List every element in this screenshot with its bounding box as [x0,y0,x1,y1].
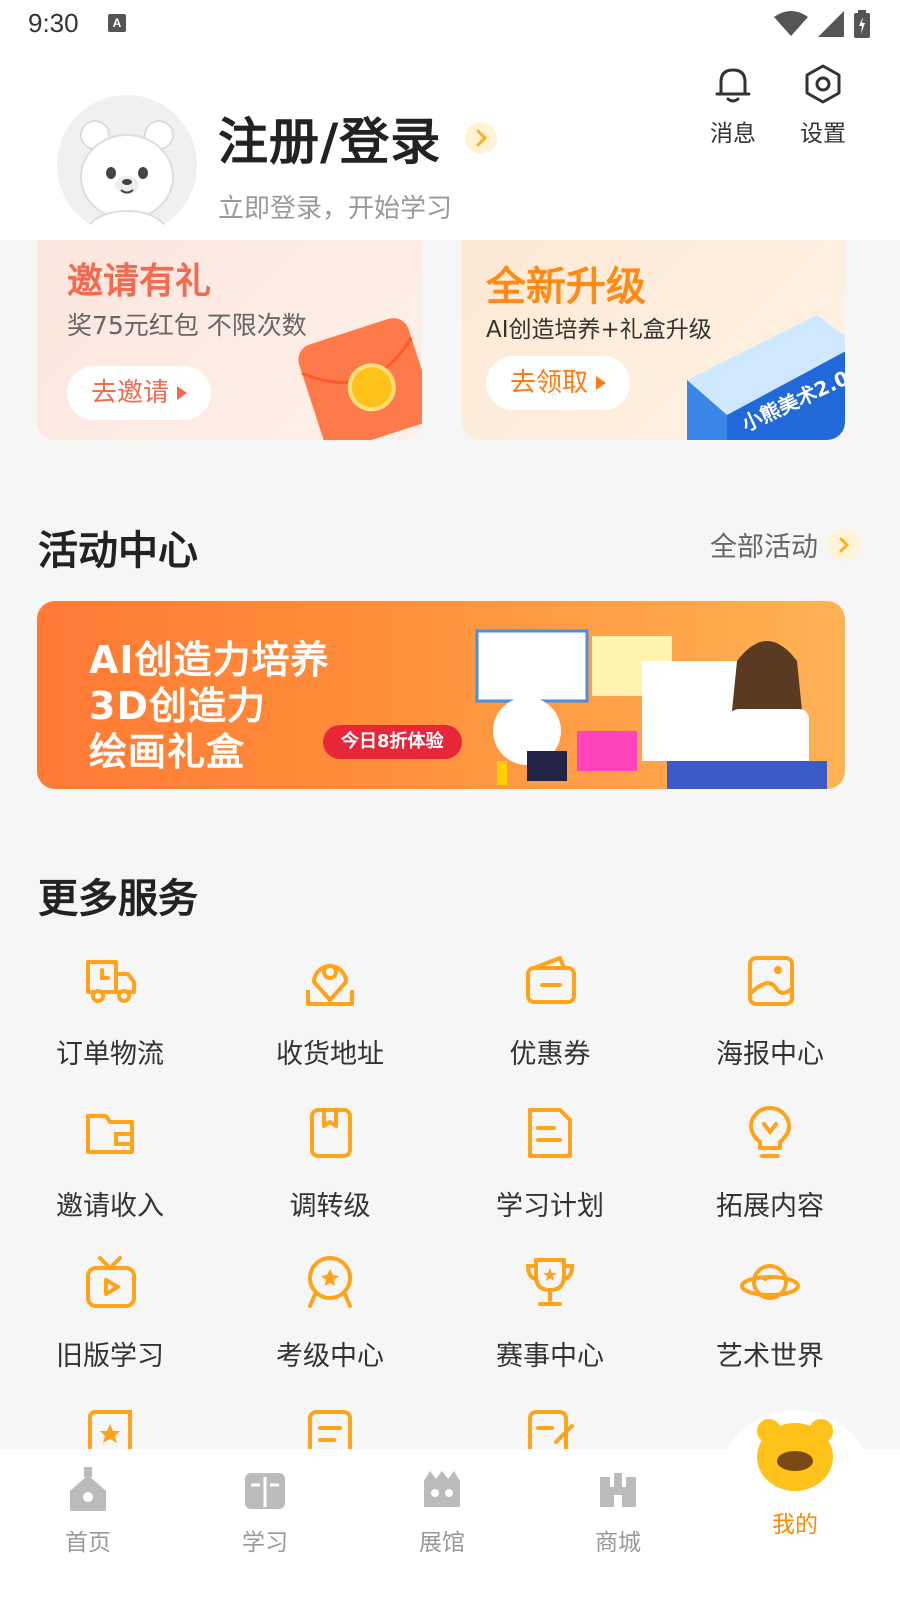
service-label: 考级中心 [276,1341,384,1372]
service-label: 海报中心 [716,1039,824,1070]
nav-study[interactable]: 学习 [205,1467,325,1557]
upgrade-subtitle: AI创造培养+礼盒升级 [486,317,712,343]
nav-label: 商城 [595,1530,641,1556]
service-art-world[interactable]: 艺术世界 [660,1252,880,1373]
nav-label: 首页 [65,1530,111,1556]
settings-label: 设置 [800,121,846,147]
invite-title: 邀请有礼 [67,261,212,302]
chevron-right-icon [828,528,860,561]
service-label: 赛事中心 [496,1341,604,1372]
avatar[interactable] [57,95,197,235]
lightbulb-icon [749,1106,791,1158]
service-coupons[interactable]: 优惠券 [440,950,660,1071]
service-label: 收货地址 [276,1039,384,1070]
bear-icon [757,1419,833,1491]
nav-label: 我的 [772,1512,818,1538]
activity-center-title: 活动中心 [38,528,198,574]
messages-label: 消息 [710,121,756,147]
nav-label: 展馆 [419,1530,465,1556]
upgrade-promo-card[interactable]: 全新升级 AI创造培养+礼盒升级 去领取 小熊美术2.0 [462,240,845,440]
more-services-title: 更多服务 [38,876,198,922]
discount-badge: 今日8折体验 [323,725,462,759]
banner-line-3: 绘画礼盒 [89,730,246,774]
trophy-icon [525,1258,575,1306]
service-label: 邀请收入 [56,1191,164,1222]
wifi-icon [774,11,808,36]
tv-icon [86,1256,136,1308]
chevron-right-icon [476,129,488,147]
play-triangle-icon [177,386,188,400]
red-envelope-icon [298,318,422,440]
upgrade-title: 全新升级 [486,264,646,310]
service-poster-center[interactable]: 海报中心 [660,950,880,1071]
service-grade-exam-center[interactable]: 考级中心 [220,1252,440,1373]
nav-gallery[interactable]: 展馆 [382,1467,502,1557]
bear-avatar-icon [80,120,174,235]
service-legacy-learning[interactable]: 旧版学习 [0,1252,220,1373]
service-shipping-address[interactable]: 收货地址 [220,950,440,1071]
service-transfer-level[interactable]: 调转级 [220,1102,440,1223]
activity-banner[interactable]: AI创造力培养 3D创造力 绘画礼盒 今日8折体验 [37,601,845,789]
profile-header: 注册/登录 立即登录，开始学习 消息 设置 [0,50,900,240]
messages-button[interactable]: 消息 [698,62,768,148]
service-label: 调转级 [289,1191,371,1222]
bell-icon [715,68,751,103]
all-activities-label: 全部活动 [710,532,818,563]
service-label: 学习计划 [496,1191,604,1222]
login-subtitle: 立即登录，开始学习 [218,194,453,224]
map-pin-icon [306,964,354,1006]
invite-button-label: 去邀请 [91,378,170,408]
nav-label: 学习 [242,1530,288,1556]
bottom-navigation: 首页 学习 展馆 商城 我的 [0,1419,900,1600]
signal-icon [818,11,844,37]
invite-button[interactable]: 去邀请 [67,366,212,420]
invite-promo-card[interactable]: 邀请有礼 奖75元红包 不限次数 去邀请 [37,240,422,440]
service-study-plan[interactable]: 学习计划 [440,1102,660,1223]
nav-shop[interactable]: 商城 [558,1467,678,1557]
status-time: 9:30 [28,8,79,38]
truck-icon [86,960,136,1003]
claim-button-label: 去领取 [510,368,589,398]
wallet-coupon-icon [526,956,576,1004]
image-icon [748,956,794,1006]
invite-subtitle: 奖75元红包 不限次数 [67,311,307,340]
service-label: 旧版学习 [56,1341,164,1372]
nav-home[interactable]: 首页 [28,1467,148,1557]
service-competition-center[interactable]: 赛事中心 [440,1252,660,1373]
service-invite-income[interactable]: 邀请收入 [0,1102,220,1223]
claim-button[interactable]: 去领取 [486,356,631,410]
service-label: 艺术世界 [716,1341,824,1372]
document-icon [528,1108,572,1158]
service-order-logistics[interactable]: 订单物流 [0,950,220,1071]
gallery-icon [424,1471,460,1507]
service-label: 优惠券 [509,1039,591,1070]
list-document-icon [308,1410,352,1453]
art-kit-illustration [467,621,837,789]
bookmark-icon [310,1108,352,1158]
notification-a-icon: A [108,14,126,32]
login-title[interactable]: 注册/登录 [218,102,441,174]
planet-icon [740,1264,800,1300]
login-arrow-button[interactable] [465,122,497,154]
edit-document-icon [528,1410,574,1453]
folder-wallet-icon [86,1114,134,1154]
book-icon [245,1473,285,1509]
shop-icon [600,1473,636,1507]
service-label: 订单物流 [56,1039,164,1070]
status-bar: 9:30 A [0,0,900,50]
home-icon [70,1467,106,1511]
all-activities-link[interactable]: 全部活动 [710,525,860,564]
settings-button[interactable]: 设置 [788,62,858,148]
medal-icon [308,1256,352,1308]
gift-box-image: 小熊美术2.0 [687,305,845,440]
star-book-icon [88,1410,132,1453]
play-triangle-icon [596,376,607,390]
service-label: 拓展内容 [716,1191,824,1222]
nav-mine[interactable]: 我的 [735,1409,855,1539]
battery-icon [854,10,870,38]
service-extended-content[interactable]: 拓展内容 [660,1102,880,1223]
settings-hexagon-icon [805,64,841,104]
